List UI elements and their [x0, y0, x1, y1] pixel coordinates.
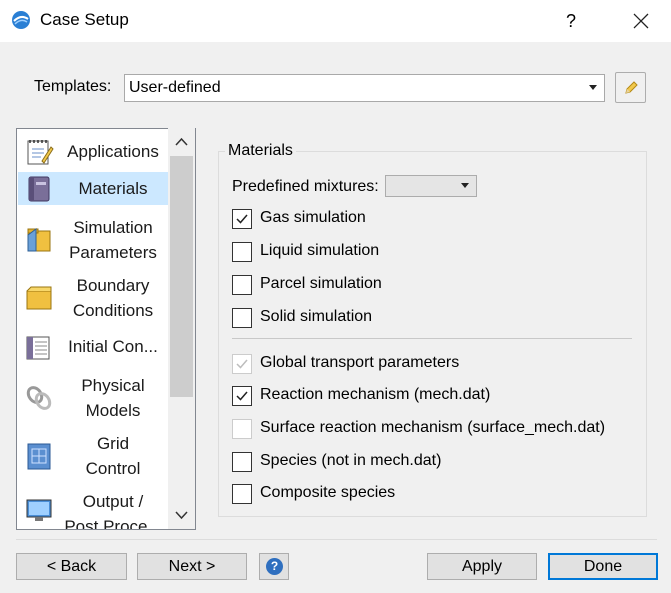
nav-item-materials[interactable]: Materials [18, 172, 168, 205]
nav-label-control: Control [85, 459, 141, 478]
checkbox[interactable] [232, 275, 252, 295]
checkmark-icon [236, 359, 248, 369]
book-icon [28, 176, 50, 202]
checkbox-label: Reaction mechanism (mech.dat) [260, 386, 491, 403]
nav-item-boundary-conditions[interactable]: Boundary Conditions [18, 271, 168, 325]
predefined-mixtures-label: Predefined mixtures: [232, 178, 379, 195]
nav-label-boundary: Boundary [76, 276, 150, 295]
nav-label-physical: Physical [81, 376, 145, 395]
notepad-icon [27, 140, 54, 165]
nav-label-initial-conditions: Initial Con... [68, 337, 158, 356]
nav-item-simulation-parameters[interactable]: Simulation Parameters [18, 213, 168, 267]
chevron-up-icon [175, 137, 188, 146]
checkbox-label: Species (not in mech.dat) [260, 452, 442, 469]
scroll-up-button[interactable] [168, 128, 195, 156]
close-icon [633, 13, 649, 29]
nav-item-applications[interactable]: Applications [18, 132, 168, 172]
next-button[interactable]: Next > [137, 553, 247, 580]
app-logo-icon [12, 11, 30, 29]
help-button[interactable]: ? [259, 553, 289, 580]
checkmark-icon [236, 214, 248, 224]
scroll-thumb[interactable] [170, 156, 193, 397]
checkbox[interactable] [232, 242, 252, 262]
chevron-down-icon [461, 183, 469, 188]
chevron-down-icon [589, 85, 597, 90]
folder-settings-icon [27, 228, 51, 252]
checkbox[interactable] [232, 354, 252, 374]
checkbox[interactable] [232, 209, 252, 229]
section-divider [232, 338, 632, 339]
nav-label-post-processing: Post Proce... [64, 517, 162, 530]
checkbox[interactable] [232, 419, 252, 439]
templates-dropdown[interactable]: User-defined [124, 74, 605, 102]
close-button[interactable] [626, 6, 656, 36]
grid-icon [27, 443, 51, 470]
nav-item-output-post-processing[interactable]: Output / Post Proce... [18, 487, 168, 530]
help-icon: ? [266, 558, 283, 575]
checkbox-label: Parcel simulation [260, 275, 382, 292]
edit-template-button[interactable] [615, 72, 646, 103]
nav-label-conditions: Conditions [72, 301, 154, 320]
nav-label-applications: Applications [67, 142, 159, 161]
scroll-down-button[interactable] [168, 501, 195, 529]
predefined-mixtures-dropdown[interactable] [385, 175, 477, 197]
templates-value: User-defined [129, 79, 221, 96]
chevron-down-icon [175, 511, 188, 520]
footer-divider [16, 539, 657, 540]
monitor-icon [26, 499, 52, 521]
checkbox-label: Global transport parameters [260, 354, 460, 371]
nav-item-initial-conditions[interactable]: Initial Con... [18, 329, 168, 367]
title-bar: Case Setup ? [0, 0, 671, 42]
checkbox-label: Composite species [260, 484, 396, 501]
nav-item-physical-models[interactable]: Physical Models [18, 371, 168, 425]
apply-button[interactable]: Apply [427, 553, 537, 580]
checkbox[interactable] [232, 452, 252, 472]
checkbox-label: Liquid simulation [260, 242, 380, 259]
checkbox[interactable] [232, 484, 252, 504]
nav-label-models: Models [85, 401, 141, 420]
checkbox-label: Solid simulation [260, 308, 373, 325]
nav-label-materials: Materials [78, 179, 148, 198]
done-button[interactable]: Done [548, 553, 658, 580]
nav-label-output: Output / [82, 492, 144, 511]
nav-label-grid: Grid [96, 434, 130, 453]
materials-group-title: Materials [225, 142, 296, 160]
checkbox[interactable] [232, 386, 252, 406]
section-list-scrollbar[interactable] [168, 128, 195, 529]
nav-label-simulation: Simulation [73, 218, 153, 237]
checkbox-label: Surface reaction mechanism (surface_mech… [260, 419, 606, 436]
pencil-icon [625, 81, 638, 94]
checkbox-label: Gas simulation [260, 209, 366, 226]
back-button[interactable]: < Back [16, 553, 127, 580]
templates-label: Templates: [34, 78, 112, 95]
checkbox[interactable] [232, 308, 252, 328]
nav-label-parameters: Parameters [69, 243, 157, 262]
window-title: Case Setup [40, 10, 129, 29]
title-help-button[interactable]: ? [556, 6, 586, 36]
table-icon [26, 336, 50, 360]
nav-item-grid-control[interactable]: Grid Control [18, 429, 168, 483]
link-icon [26, 386, 52, 410]
box-icon [26, 286, 52, 310]
checkmark-icon [236, 391, 248, 401]
